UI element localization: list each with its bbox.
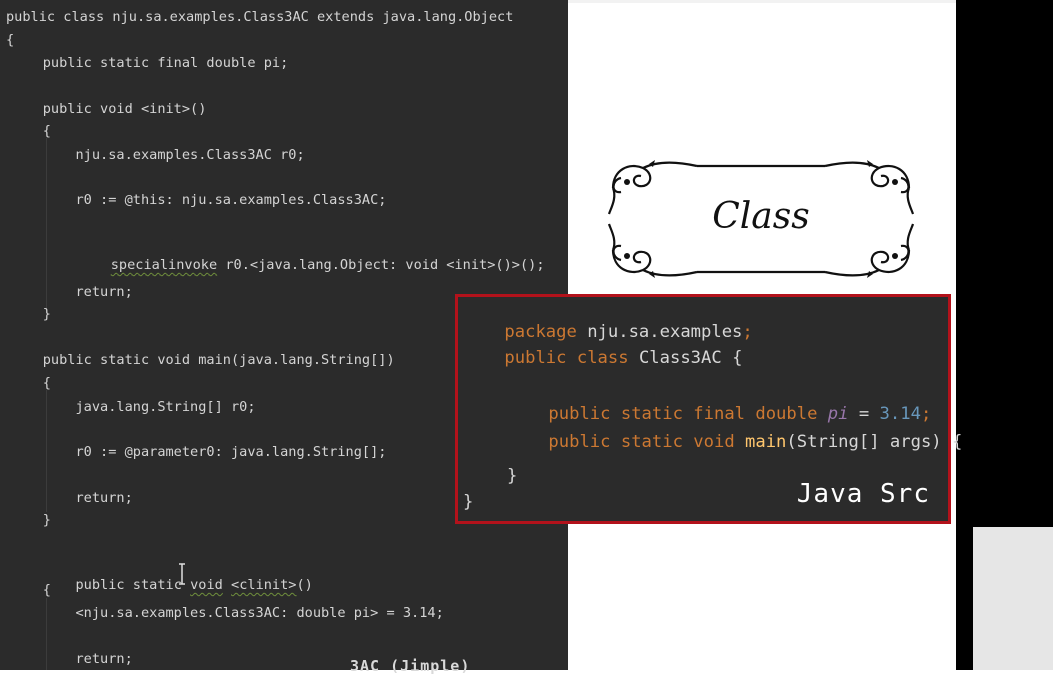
code-line-class-decl: public class nju.sa.examples.Class3AC ex… (6, 9, 514, 25)
code-line-r0-param: r0 := @parameter0: java.lang.String[]; (10, 444, 387, 460)
code-line-return-1: return; (10, 284, 133, 300)
code-line-clinit-open: { (10, 582, 51, 598)
code-line-field-pi: public static final double pi; (10, 55, 289, 71)
class-ornament-card: Class (607, 158, 915, 280)
class-title: Class (712, 196, 810, 237)
java-src-label: Java Src (796, 479, 930, 509)
code-line-main-sig: public static void main(java.lang.String… (10, 352, 395, 368)
code-line-open-brace: { (6, 32, 15, 48)
code-line-main-open: { (10, 375, 51, 391)
package-semicolon: ; (742, 322, 753, 342)
java-line-main: public static void main(String[] args) { (507, 409, 962, 475)
main-params: (String[] args) { (786, 432, 963, 452)
code-line-return-3: return; (10, 651, 133, 667)
code-line-r0-this: r0 := @this: nju.sa.examples.Class3AC; (10, 192, 387, 208)
java-line-class-close: } (463, 492, 474, 512)
code-line-init-sig: public void <init>() (10, 101, 207, 117)
top-edge (568, 0, 956, 3)
clinit-void: void (190, 577, 223, 593)
code-line-main-close: } (10, 512, 51, 528)
clinit-modifiers: public static (42, 577, 191, 593)
code-line-pi-assign: <nju.sa.examples.Class3AC: double pi> = … (10, 605, 444, 621)
java-line-main-close: } (507, 466, 518, 486)
text-cursor-icon (179, 563, 185, 585)
code-line-init-close: } (10, 306, 51, 322)
right-light-panel (973, 527, 1053, 670)
main-modifiers: public static void (548, 432, 746, 452)
clinit-parens: () (296, 577, 313, 593)
java-src-box: package nju.sa.examples; public class Cl… (455, 294, 962, 524)
code-line-r0-decl: nju.sa.examples.Class3AC r0; (10, 147, 305, 163)
code-line-init-open: { (10, 123, 51, 139)
class-keyword: public class (504, 348, 629, 368)
clinit-space (223, 577, 231, 593)
jimple-footer-label: 3AC (Jimple) (350, 657, 471, 675)
specialinvoke-args: r0.<java.lang.Object: void <init>()>(); (217, 257, 545, 273)
main-name: main (745, 432, 787, 452)
clinit-name: <clinit> (231, 577, 297, 593)
specialinvoke-keyword: specialinvoke (110, 257, 218, 273)
code-line-r0-string-decl: java.lang.String[] r0; (10, 399, 256, 415)
code-line-return-2: return; (10, 490, 133, 506)
code-line-specialinvoke: specialinvoke r0.<java.lang.Object: void… (78, 238, 545, 292)
class-name: Class3AC { (628, 348, 743, 368)
